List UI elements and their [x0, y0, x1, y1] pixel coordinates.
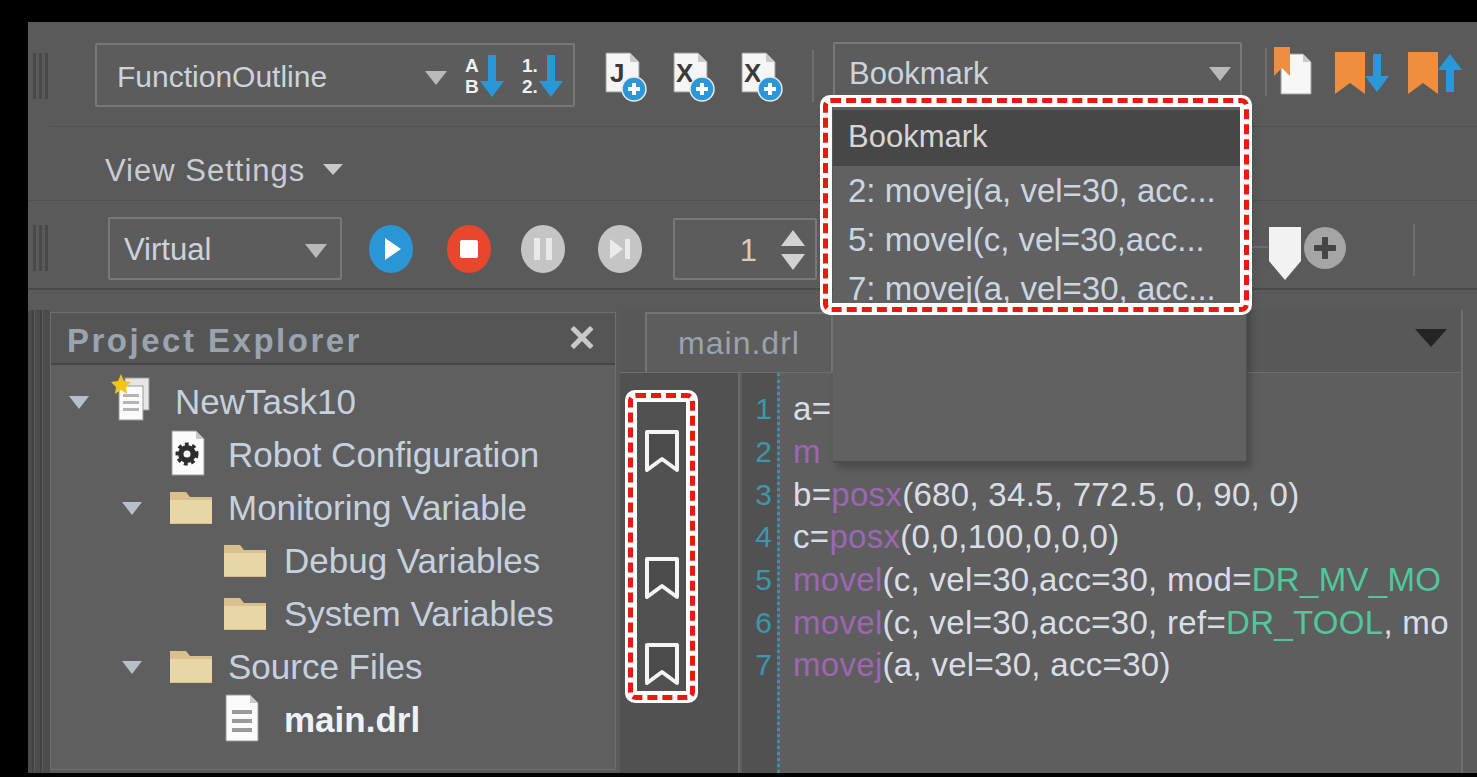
tree-item-label: Monitoring Variable: [228, 488, 527, 528]
tree-item-monitoring-variable[interactable]: Monitoring Variable: [51, 481, 615, 534]
code-line-2: m: [793, 430, 821, 473]
code-line-1: a=: [793, 387, 831, 430]
tree-item-label: System Variables: [284, 594, 554, 634]
line-spinner-value: 1: [675, 233, 757, 269]
close-icon[interactable]: [569, 324, 595, 350]
view-settings-caret-icon: [323, 164, 343, 175]
highlight-dropdown-box: [820, 95, 1252, 315]
code-line-7: movej(a, vel=30, acc=30): [793, 643, 1171, 686]
tree-item-label: Debug Variables: [284, 541, 540, 581]
mode-combo-value: Virtual: [124, 232, 211, 268]
folder-icon: [168, 645, 214, 689]
expander-icon[interactable]: [122, 502, 142, 515]
folder-icon: [222, 539, 268, 583]
bookmark-combo-value: Bookmark: [849, 56, 989, 92]
tree-item-label: main.drl: [284, 700, 420, 740]
tree-item-label: Robot Configuration: [228, 435, 539, 475]
folder-icon: [222, 592, 268, 636]
play-button[interactable]: [369, 225, 413, 273]
code-line-3: b=posx(680, 34.5, 772.5, 0, 90, 0): [793, 473, 1299, 516]
project-explorer-panel: Project Explorer NewTask10 Rob: [50, 312, 616, 770]
line-number: 2: [742, 430, 772, 473]
expander-icon[interactable]: [69, 396, 89, 409]
line-number: 5: [742, 558, 772, 601]
task-icon: [109, 374, 157, 430]
spinner-up-icon[interactable]: [781, 230, 805, 246]
line-spinner[interactable]: 1: [673, 218, 817, 280]
function-outline-value: FunctionOutline: [117, 60, 327, 94]
line-number: 3: [742, 473, 772, 516]
add-bookmark-button[interactable]: [1268, 226, 1346, 286]
bookmark-combo-caret-icon: [1209, 67, 1231, 81]
bookmark-combo[interactable]: Bookmark: [833, 42, 1242, 102]
toolbar1-separator-2: [1265, 48, 1267, 96]
tab-list-caret-icon[interactable]: [1415, 329, 1447, 347]
line-number: 1: [742, 387, 772, 430]
add-task-file-button[interactable]: J: [603, 52, 647, 106]
view-settings-label: View Settings: [105, 153, 305, 188]
code-line-6: movel(c, vel=30,acc=30, ref=DR_TOOL, mo: [793, 601, 1449, 644]
code-line-4: c=posx(0,0,100,0,0,0): [793, 515, 1119, 558]
robot-config-icon: [170, 430, 206, 480]
tab-label: main.drl: [647, 325, 831, 362]
sort-numeric-icon[interactable]: 1.2.: [522, 52, 563, 100]
tree-item-label: NewTask10: [175, 382, 356, 422]
tree-item-system-variables[interactable]: System Variables: [51, 587, 615, 640]
toolbar1-separator-1: [812, 50, 814, 102]
tab-main-drl[interactable]: main.drl: [645, 312, 833, 372]
file-icon: [224, 694, 260, 746]
bookmark-next-button[interactable]: [1335, 52, 1389, 100]
tree-item-label: Source Files: [228, 647, 423, 687]
tree-item-source-files[interactable]: Source Files: [51, 640, 615, 693]
svg-text:J: J: [610, 58, 624, 88]
divider-2: [28, 200, 1477, 201]
tree-item-robot-configuration[interactable]: Robot Configuration: [51, 428, 615, 481]
highlight-gutter-box: [625, 390, 698, 703]
indent-guide-line: [777, 373, 780, 773]
divider-1: [50, 126, 1477, 127]
code-line-5: movel(c, vel=30,acc=30, mod=DR_MV_MO: [793, 558, 1441, 601]
toolbar1-drag-handle[interactable]: [33, 53, 48, 99]
function-outline-combo[interactable]: FunctionOutline AB 1.2.: [95, 43, 575, 107]
tree-item-debug-variables[interactable]: Debug Variables: [51, 534, 615, 587]
tree-item-newtask10[interactable]: NewTask10: [51, 375, 615, 428]
tree-item-main-drl[interactable]: main.drl: [51, 693, 615, 746]
toolbar2-separator: [1413, 224, 1415, 276]
step-button[interactable]: [598, 225, 642, 273]
left-rail: [28, 310, 50, 773]
line-number: 4: [742, 515, 772, 558]
bookmark-page-button[interactable]: [1272, 46, 1314, 102]
bookmark-previous-button[interactable]: [1408, 52, 1462, 100]
expander-icon[interactable]: [122, 661, 142, 674]
stop-button[interactable]: [447, 225, 491, 273]
toolbar2-drag-handle[interactable]: [33, 225, 48, 271]
function-outline-caret-icon: [425, 71, 447, 85]
divider-3: [28, 288, 1477, 290]
add-x-file-button-1[interactable]: X: [671, 52, 715, 106]
project-explorer-header: Project Explorer: [51, 313, 615, 365]
view-settings-menu[interactable]: View Settings: [105, 150, 305, 192]
mode-combo[interactable]: Virtual: [108, 217, 342, 280]
folder-icon: [168, 486, 214, 530]
spinner-down-icon[interactable]: [781, 254, 805, 270]
sort-alpha-icon[interactable]: AB: [465, 52, 504, 100]
line-number: 7: [742, 643, 772, 686]
mode-combo-caret-icon: [305, 244, 327, 258]
project-explorer-title: Project Explorer: [67, 322, 362, 360]
line-number: 6: [742, 601, 772, 644]
pause-button[interactable]: [521, 225, 565, 273]
add-x-file-button-2[interactable]: X: [739, 52, 783, 106]
